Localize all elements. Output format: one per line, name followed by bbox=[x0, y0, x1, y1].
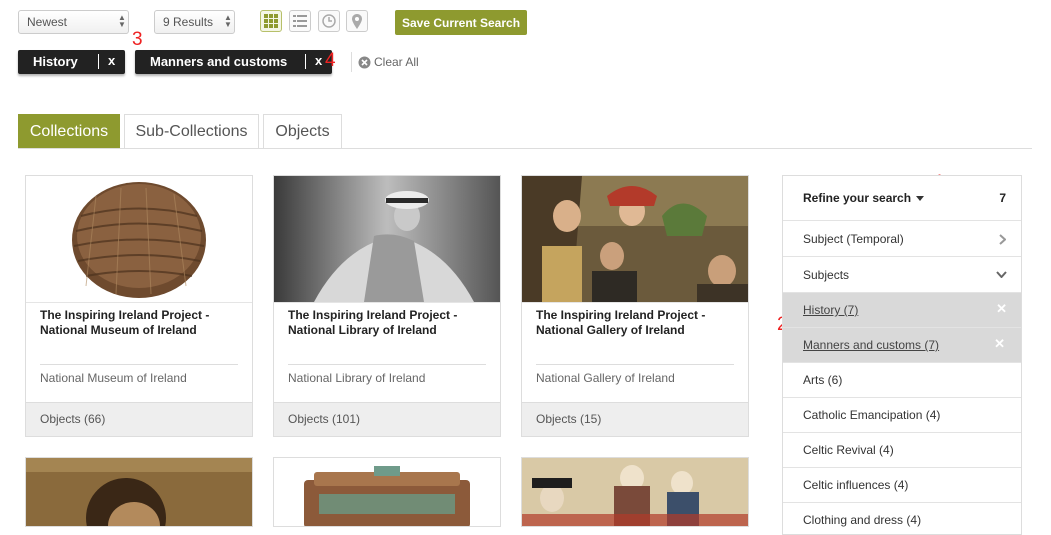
clear-all-label: Clear All bbox=[374, 55, 419, 69]
chevron-down-icon bbox=[996, 271, 1007, 278]
results-per-page-select[interactable]: 9 Results bbox=[154, 10, 235, 34]
facet-item-history-selected[interactable]: History (7) ✕ bbox=[783, 292, 1021, 327]
collection-card-gallery[interactable]: The Inspiring Ireland Project - National… bbox=[521, 175, 749, 437]
clock-icon bbox=[322, 14, 336, 28]
save-current-search-button[interactable]: Save Current Search bbox=[395, 10, 527, 35]
list-view-button[interactable] bbox=[289, 10, 311, 32]
remove-x-icon[interactable]: ✕ bbox=[996, 301, 1007, 317]
refine-title: Refine your search bbox=[803, 191, 912, 205]
facet-item-label: Celtic Revival (4) bbox=[803, 443, 894, 457]
tab-sub-collections[interactable]: Sub-Collections bbox=[124, 114, 259, 148]
card-title[interactable]: The Inspiring Ireland Project - National… bbox=[40, 308, 240, 338]
card-title[interactable]: The Inspiring Ireland Project - National… bbox=[288, 308, 488, 338]
facet-group-subject-temporal[interactable]: Subject (Temporal) bbox=[783, 220, 1021, 256]
chip-separator bbox=[351, 52, 352, 72]
filter-chip-manners-and-customs: Manners and customs x bbox=[135, 50, 332, 74]
facet-group-subjects[interactable]: Subjects bbox=[783, 256, 1021, 292]
filter-chip-label: Manners and customs bbox=[150, 54, 288, 69]
filter-chip-history: History x bbox=[18, 50, 125, 74]
filter-chip-label: History bbox=[33, 54, 78, 69]
facet-item[interactable]: Arts (6) bbox=[783, 362, 1021, 397]
basket-thumbnail bbox=[26, 176, 252, 303]
refine-count: 7 bbox=[999, 191, 1006, 205]
clear-all-link[interactable]: Clear All bbox=[358, 55, 419, 69]
woman-photo-thumbnail bbox=[274, 176, 500, 303]
facet-item[interactable]: Clothing and dress (4) bbox=[783, 502, 1021, 534]
card-footer[interactable]: Objects (101) bbox=[274, 402, 500, 436]
card-institution: National Library of Ireland bbox=[288, 371, 426, 385]
tab-collections[interactable]: Collections bbox=[18, 114, 120, 148]
clear-circle-icon bbox=[358, 56, 371, 68]
facet-item[interactable]: Catholic Emancipation (4) bbox=[783, 397, 1021, 432]
card-object-count: Objects (101) bbox=[288, 412, 361, 426]
casket-thumbnail bbox=[274, 458, 500, 526]
card-divider bbox=[40, 364, 238, 365]
remove-history-filter-button[interactable]: x bbox=[108, 53, 115, 68]
refine-header[interactable]: Refine your search 7 bbox=[783, 176, 1021, 220]
card-footer[interactable]: Objects (66) bbox=[26, 402, 252, 436]
facet-item-label: Celtic influences (4) bbox=[803, 478, 909, 492]
collection-card-casket[interactable] bbox=[273, 457, 501, 527]
remove-x-icon[interactable]: ✕ bbox=[994, 336, 1005, 352]
card-object-count: Objects (15) bbox=[536, 412, 602, 426]
facet-item-manners-selected[interactable]: Manners and customs (7) ✕ bbox=[783, 327, 1021, 362]
annotation-4-chip: 4 bbox=[325, 50, 336, 71]
tabs-baseline bbox=[18, 148, 1032, 149]
timeline-view-button[interactable] bbox=[318, 10, 340, 32]
facet-item[interactable]: Celtic influences (4) bbox=[783, 467, 1021, 502]
grid-view-button[interactable] bbox=[260, 10, 282, 32]
card-institution: National Museum of Ireland bbox=[40, 371, 187, 385]
card-institution: National Gallery of Ireland bbox=[536, 371, 675, 385]
facet-item-label: Arts (6) bbox=[803, 373, 843, 387]
facet-group-label: Subject (Temporal) bbox=[803, 232, 904, 246]
card-title[interactable]: The Inspiring Ireland Project - National… bbox=[536, 308, 736, 338]
facet-item-label: Catholic Emancipation (4) bbox=[803, 408, 941, 422]
facet-item-label: Manners and customs (7) bbox=[803, 338, 940, 352]
refine-panel: Refine your search 7 Subject (Temporal) … bbox=[782, 175, 1022, 535]
map-view-button[interactable] bbox=[346, 10, 368, 32]
painting-thumbnail bbox=[522, 176, 748, 303]
collection-card-portrait[interactable] bbox=[25, 457, 253, 527]
facet-group-label: Subjects bbox=[803, 268, 850, 282]
collection-card-museum[interactable]: The Inspiring Ireland Project - National… bbox=[25, 175, 253, 437]
grid-view-icon bbox=[264, 14, 278, 28]
map-pin-icon bbox=[352, 13, 362, 29]
print-thumbnail bbox=[522, 458, 748, 526]
card-divider bbox=[288, 364, 486, 365]
facet-item[interactable]: Celtic Revival (4) bbox=[783, 432, 1021, 467]
list-view-icon bbox=[293, 15, 307, 27]
chip-divider bbox=[305, 54, 306, 69]
sort-select[interactable]: Newest bbox=[18, 10, 129, 34]
card-divider bbox=[536, 364, 734, 365]
facet-item-label: Clothing and dress (4) bbox=[803, 513, 922, 527]
portrait-thumbnail bbox=[26, 458, 252, 526]
chip-divider bbox=[98, 54, 99, 69]
tab-objects[interactable]: Objects bbox=[263, 114, 342, 148]
card-object-count: Objects (66) bbox=[40, 412, 106, 426]
remove-manners-filter-button[interactable]: x bbox=[315, 53, 322, 68]
caret-down-icon bbox=[916, 196, 924, 201]
collection-card-japanese-print[interactable] bbox=[521, 457, 749, 527]
collection-card-library[interactable]: The Inspiring Ireland Project - National… bbox=[273, 175, 501, 437]
card-footer[interactable]: Objects (15) bbox=[522, 402, 748, 436]
facet-item-label: History (7) bbox=[803, 303, 859, 317]
annotation-3: 3 bbox=[132, 29, 143, 50]
chevron-right-icon bbox=[999, 234, 1006, 245]
